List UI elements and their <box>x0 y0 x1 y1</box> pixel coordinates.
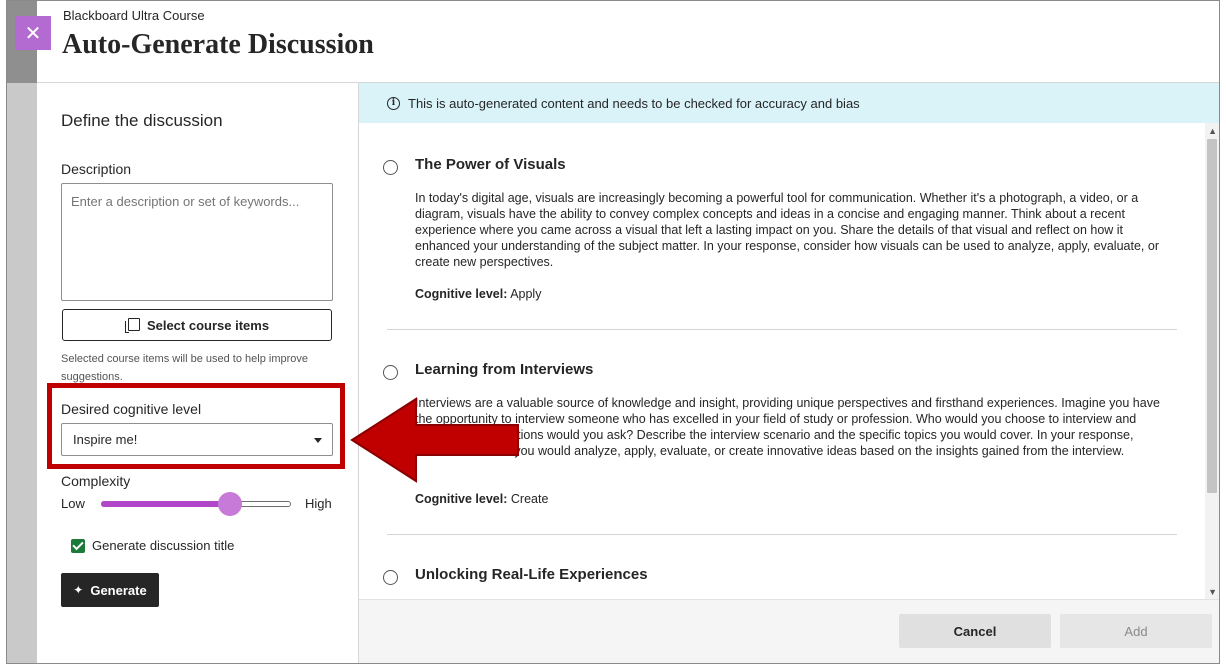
close-button[interactable]: ✕ <box>15 16 51 50</box>
suggestion-radio[interactable] <box>383 160 398 175</box>
cognitive-level-prefix: Cognitive level: <box>415 287 508 301</box>
complexity-label: Complexity <box>61 473 131 489</box>
complexity-slider-handle[interactable] <box>218 492 243 516</box>
scrollbar-thumb[interactable] <box>1207 139 1217 493</box>
cognitive-level-value: Apply <box>510 287 542 301</box>
generate-title-checkbox[interactable] <box>71 539 85 553</box>
modal-frame: Blackboard Ultra Course Auto-Generate Di… <box>6 0 1220 664</box>
define-discussion-panel: Define the discussion Description Select… <box>37 83 359 663</box>
cognitive-level-value: Create <box>510 492 549 506</box>
section-title: Define the discussion <box>61 111 223 130</box>
select-course-items-label: Select course items <box>146 317 270 333</box>
cognitive-level-value: Inspire me! <box>73 432 138 447</box>
suggestion-title: Unlocking Real-Life Experiences <box>415 566 648 583</box>
complexity-slider-fill <box>101 501 231 507</box>
generate-button[interactable]: ✦ Generate <box>61 573 159 607</box>
helper-text: Selected course items will be used to he… <box>61 353 309 383</box>
select-course-items-button[interactable]: Select course items <box>62 309 332 341</box>
suggestion-radio[interactable] <box>383 365 398 380</box>
cognitive-level-prefix: Cognitive level: <box>415 492 508 506</box>
complexity-low-label: Low <box>61 496 85 511</box>
course-name: Blackboard Ultra Course <box>63 8 205 23</box>
info-banner: i This is auto-generated content and nee… <box>359 83 1219 123</box>
divider <box>387 329 1177 330</box>
sparkle-icon: ✦ <box>73 583 84 597</box>
documents-icon <box>124 318 140 333</box>
chevron-down-icon <box>314 438 322 443</box>
suggestion-cognitive-level: Cognitive level: Create <box>415 492 548 506</box>
cognitive-level-label: Desired cognitive level <box>61 401 202 417</box>
suggestion-radio[interactable] <box>383 570 398 585</box>
description-input[interactable] <box>61 183 333 301</box>
info-icon: i <box>387 96 400 110</box>
panel-header: Blackboard Ultra Course Auto-Generate Di… <box>37 1 1219 83</box>
generate-title-label: Generate discussion title <box>92 538 235 553</box>
banner-text: This is auto-generated content and needs… <box>408 95 860 111</box>
scroll-up-icon[interactable]: ▲ <box>1208 126 1217 136</box>
add-button[interactable]: Add <box>1060 614 1212 648</box>
suggestions-panel: i This is auto-generated content and nee… <box>359 83 1219 663</box>
complexity-high-label: High <box>305 496 332 511</box>
divider <box>387 534 1177 535</box>
generate-label: Generate <box>90 582 147 598</box>
suggestion-title: Learning from Interviews <box>415 361 594 378</box>
suggestion-cognitive-level: Cognitive level: Apply <box>415 287 541 301</box>
cognitive-level-select[interactable]: Inspire me! <box>61 423 333 456</box>
suggestion-body: In today's digital age, visuals are incr… <box>415 191 1159 269</box>
background-strip <box>7 1 37 663</box>
close-icon: ✕ <box>24 22 42 45</box>
suggestion-title: The Power of Visuals <box>415 156 566 173</box>
description-label: Description <box>61 161 132 177</box>
cancel-button[interactable]: Cancel <box>899 614 1051 648</box>
page-title: Auto-Generate Discussion <box>62 29 374 60</box>
suggestion-list: The Power of Visuals In today's digital … <box>359 123 1219 599</box>
suggestion-body: Interviews are a valuable source of know… <box>415 396 1160 458</box>
scroll-down-icon[interactable]: ▼ <box>1208 587 1217 597</box>
panel-footer: Cancel Add <box>359 599 1219 663</box>
